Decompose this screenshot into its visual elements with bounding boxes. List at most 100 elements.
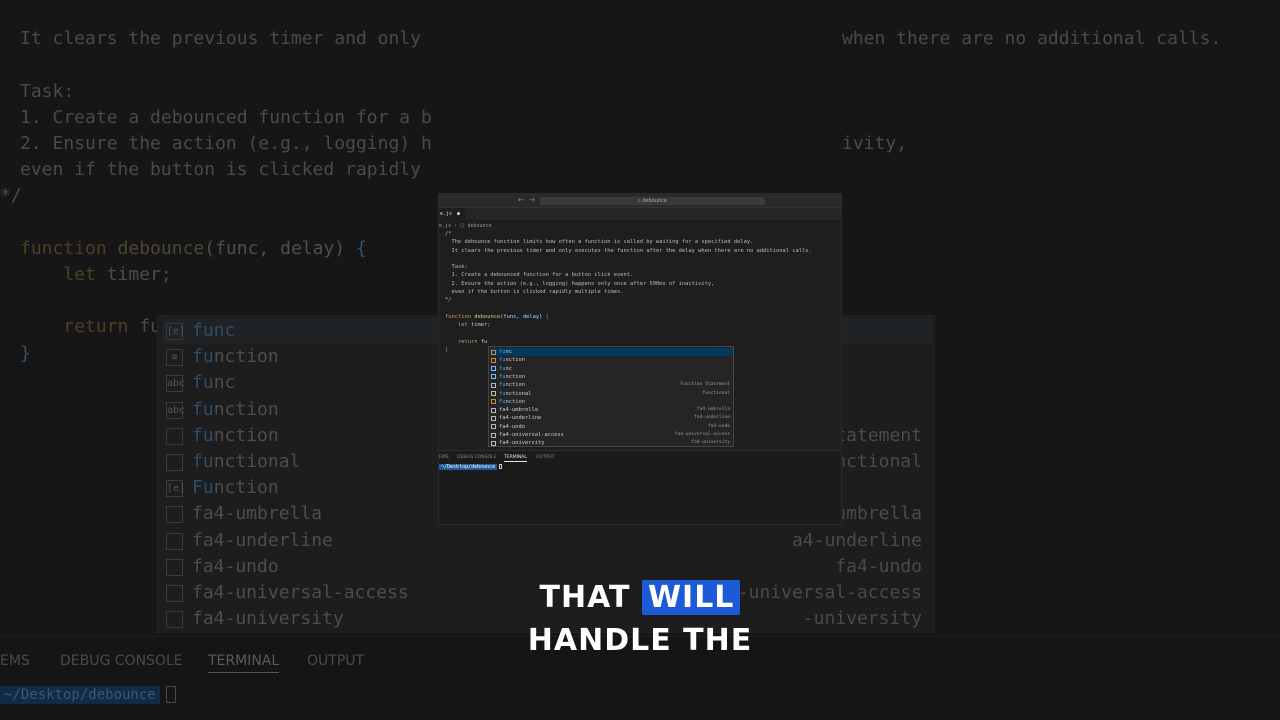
code-line: even if the button is clicked rapidly mu… bbox=[445, 289, 624, 296]
suggestion-label: func bbox=[499, 365, 512, 372]
bg-suggestion-detail: a4-underline bbox=[791, 529, 922, 551]
tab-debounce-js[interactable]: e.js ● bbox=[439, 208, 465, 220]
bg-suggestion-label: function bbox=[192, 424, 279, 446]
editor-window: ← → ⌕ debounce e.js ● e.js › ⬡ debounce /… bbox=[438, 193, 842, 525]
back-arrow-icon[interactable]: ← bbox=[518, 196, 524, 204]
tab-output[interactable]: OUTPUT bbox=[536, 455, 554, 460]
tab-bar: e.js ● bbox=[439, 208, 841, 220]
suggestion-kind-icon bbox=[166, 427, 183, 445]
suggestion-item[interactable]: fa4-university fa4-university bbox=[490, 439, 733, 447]
suggestion-label: fa4-university bbox=[499, 440, 545, 447]
tab-debug-console[interactable]: DEBUG CONSOLE bbox=[457, 455, 496, 460]
suggestion-item[interactable]: functional functional bbox=[490, 390, 733, 398]
bg-tab-debug-console: DEBUG CONSOLE bbox=[60, 653, 183, 669]
caption-highlight-word: WILL bbox=[641, 580, 741, 615]
autocomplete-suggestions: func function func function function Function… bbox=[488, 346, 734, 447]
code-line: Task: bbox=[445, 264, 468, 271]
bottom-panel: EMS DEBUG CONSOLE TERMINAL OUTPUT ~/Desk… bbox=[439, 450, 841, 524]
bg-suggestion-label: function bbox=[192, 346, 279, 368]
bg-suggestion-label: fa4-umbrella bbox=[192, 503, 323, 525]
suggestion-kind-icon bbox=[166, 585, 183, 602]
suggestion-label: fa4-umbrella bbox=[499, 407, 538, 414]
suggestion-detail: Function Statement bbox=[680, 382, 730, 388]
suggestion-label: fa4-underline bbox=[499, 415, 542, 422]
bg-code-line: even if the button is clicked rapidly bbox=[20, 159, 421, 181]
suggestion-item[interactable]: Function bbox=[490, 398, 733, 406]
video-caption: THAT WILL HANDLE THE bbox=[500, 576, 780, 662]
suggestion-kind-icon bbox=[491, 432, 496, 438]
suggestion-item[interactable]: function Function Statement bbox=[490, 381, 733, 389]
suggestion-label: fa4-universal-access bbox=[499, 432, 564, 438]
suggestion-item[interactable]: fa4-umbrella fa4-umbrella bbox=[490, 406, 733, 414]
suggestion-item[interactable]: fa4-universal-access fa4-universal-access bbox=[490, 431, 733, 439]
bg-suggestion-label: function bbox=[192, 398, 279, 420]
bg-tab-problems: EMS bbox=[0, 653, 30, 669]
return-line: return fu bbox=[457, 338, 488, 345]
bg-code-line: 2. Ensure the action (e.g., logging) h iv… bbox=[20, 133, 908, 155]
suggestion-label: function bbox=[499, 382, 525, 389]
tab-terminal[interactable]: TERMINAL bbox=[504, 455, 527, 462]
suggestion-kind-icon: abc bbox=[166, 375, 185, 393]
tab-problems[interactable]: EMS bbox=[439, 455, 449, 460]
bg-suggestion-detail: fa4-undo bbox=[835, 555, 922, 577]
command-center-search[interactable]: ⌕ debounce bbox=[540, 197, 765, 205]
suggestion-item[interactable]: function bbox=[490, 373, 733, 381]
suggestion-detail: fa4-undo bbox=[707, 423, 730, 429]
suggestion-kind-icon bbox=[166, 454, 183, 471]
suggestion-label: function bbox=[499, 357, 525, 364]
suggestion-detail: fa4-universal-access bbox=[674, 432, 730, 437]
bg-suggestion-label: fa4-undo bbox=[192, 555, 279, 577]
code-line: 2. Ensure the action (e.g., logging) hap… bbox=[445, 280, 715, 287]
suggestion-kind-icon bbox=[491, 440, 496, 446]
bg-code-line: */ bbox=[0, 185, 22, 207]
suggestion-item[interactable]: func bbox=[490, 348, 733, 357]
bg-suggestion-label: func bbox=[192, 320, 236, 341]
suggestion-kind-icon bbox=[166, 558, 183, 576]
suggestion-kind-icon: ≡ bbox=[166, 349, 183, 367]
bg-code-line bbox=[20, 52, 432, 78]
suggestion-kind-icon bbox=[166, 611, 183, 629]
suggestion-item[interactable]: fa4-undo fa4-undo bbox=[490, 423, 733, 431]
bg-suggestion-item: fa4-underline a4-underline bbox=[162, 528, 932, 554]
suggestion-kind-icon bbox=[491, 349, 496, 355]
suggestion-detail: fa4-umbrella bbox=[696, 407, 730, 413]
code-line: */ bbox=[445, 297, 452, 304]
suggestion-kind-icon bbox=[491, 366, 496, 372]
bg-tab-terminal: TERMINAL bbox=[208, 653, 280, 673]
bg-suggestion-label: fa4-universal-access bbox=[192, 582, 409, 603]
bg-code-line: It clears the previous timer and only whe… bbox=[20, 28, 1222, 50]
suggestion-item[interactable]: function bbox=[490, 356, 733, 364]
suggestion-kind-icon bbox=[491, 415, 496, 421]
breadcrumb[interactable]: e.js › ⬡ debounce bbox=[439, 222, 492, 230]
caption-line-2: HANDLE THE bbox=[527, 623, 753, 658]
unsaved-dot-icon: ● bbox=[457, 211, 461, 217]
suggestion-item[interactable]: fa4-underline fa4-underline bbox=[490, 414, 733, 422]
suggestion-label: func bbox=[499, 349, 512, 355]
suggestion-label: fa4-undo bbox=[499, 423, 525, 430]
suggestion-kind-icon bbox=[491, 357, 496, 363]
suggestion-detail: fa4-university bbox=[691, 440, 730, 446]
suggestion-item[interactable]: func bbox=[490, 365, 733, 373]
terminal-prompt[interactable]: ~/Desktop/debounce bbox=[439, 464, 503, 470]
code-line: /* bbox=[445, 231, 452, 237]
let-line: let timer; bbox=[457, 322, 491, 329]
bg-fn-line: function debounce(func, delay) { bbox=[20, 237, 367, 259]
suggestion-kind-icon bbox=[166, 532, 183, 550]
suggestion-label: function bbox=[499, 373, 525, 380]
code-editor[interactable]: /* The debounce function limits how ofte… bbox=[445, 230, 812, 354]
forward-arrow-icon[interactable]: → bbox=[529, 196, 535, 204]
suggestion-kind-icon bbox=[491, 424, 496, 430]
terminal-cursor bbox=[499, 464, 503, 469]
code-line: 1. Create a debounced function for a but… bbox=[445, 272, 634, 279]
suggestion-label: Function bbox=[499, 398, 525, 405]
suggestion-kind-icon bbox=[491, 407, 496, 413]
bg-suggestion-label: func bbox=[192, 372, 236, 394]
suggestion-label: functional bbox=[499, 390, 532, 397]
bg-suggestion-detail: -university bbox=[802, 608, 922, 630]
suggestion-kind-icon: abc bbox=[166, 401, 185, 419]
code-line: The debounce function limits how often a… bbox=[445, 239, 754, 246]
bg-suggestion-label: Function bbox=[192, 477, 279, 499]
code-line: It clears the previous timer and only ex… bbox=[445, 247, 812, 254]
